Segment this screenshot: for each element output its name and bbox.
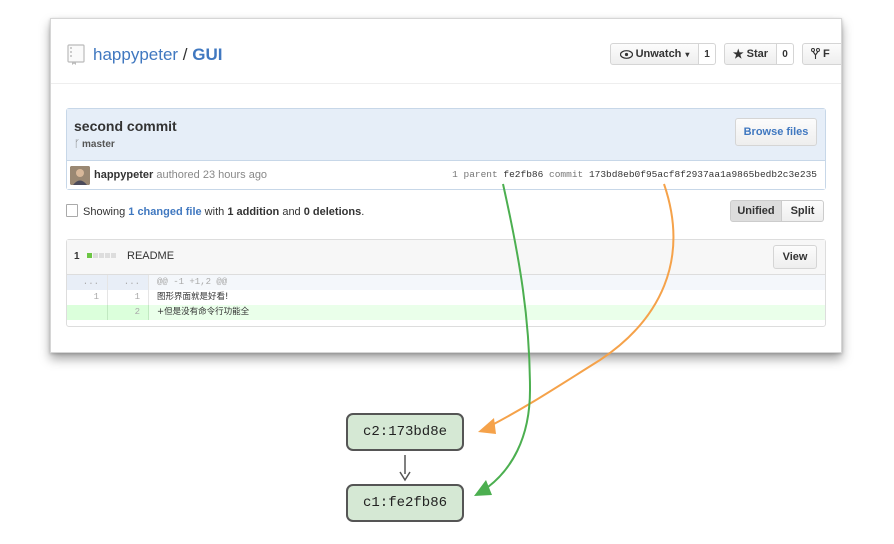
green-arrow bbox=[487, 183, 532, 488]
green-arrowhead bbox=[474, 480, 492, 496]
orange-arrowhead bbox=[478, 418, 496, 434]
orange-arrow bbox=[491, 183, 675, 426]
annotation-arrows bbox=[399, 183, 675, 496]
